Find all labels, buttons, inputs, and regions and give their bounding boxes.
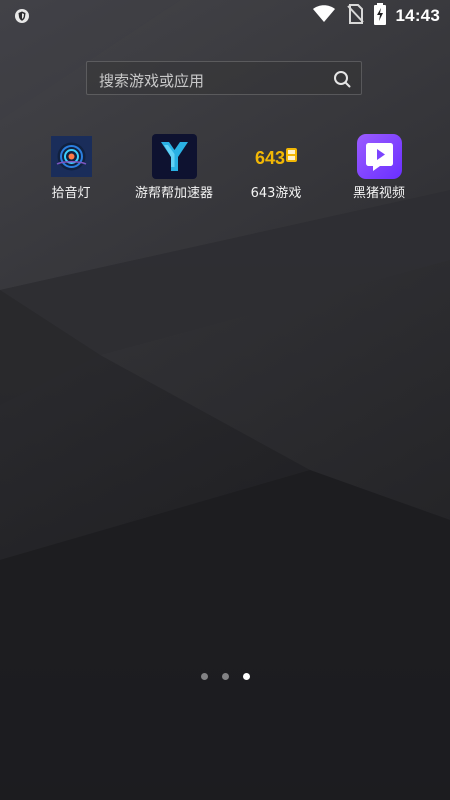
svg-text:643: 643 [255, 148, 285, 168]
app-sound-light[interactable]: 拾音灯 [21, 134, 121, 208]
shield-icon [14, 8, 30, 24]
app-label: 拾音灯 [51, 186, 91, 201]
yoobang-icon[interactable] [151, 134, 197, 179]
status-icons: 14:43 [312, 3, 440, 29]
sound-light-icon[interactable] [49, 134, 94, 179]
page-dot[interactable] [221, 673, 229, 680]
search-bar[interactable]: 搜索游戏或应用 [86, 61, 362, 95]
status-bar: 14:43 [0, 0, 450, 32]
page-dot-active[interactable] [242, 673, 250, 680]
search-icon[interactable] [333, 70, 351, 88]
app-643-game[interactable]: 643 643游戏 [226, 134, 326, 208]
app-black-pig-video[interactable]: 黑猪视频 [329, 134, 429, 208]
page-dot[interactable] [200, 673, 208, 680]
clock: 14:43 [395, 6, 440, 25]
app-yoobang-accelerator[interactable]: 游帮帮加速器 [124, 134, 224, 208]
643-game-icon[interactable]: 643 [254, 134, 299, 179]
black-pig-video-icon[interactable] [356, 134, 402, 179]
wifi-icon [312, 5, 336, 27]
battery-charging-icon [373, 3, 386, 29]
no-sim-icon [346, 4, 364, 28]
app-label: 游帮帮加速器 [134, 186, 213, 201]
search-placeholder: 搜索游戏或应用 [99, 72, 205, 90]
app-label: 643游戏 [250, 186, 302, 201]
page-indicator [0, 673, 450, 683]
app-grid: 拾音灯 游帮帮加速器 643 643游戏 黑猪视频 [0, 134, 450, 214]
app-label: 黑猪视频 [352, 186, 405, 201]
